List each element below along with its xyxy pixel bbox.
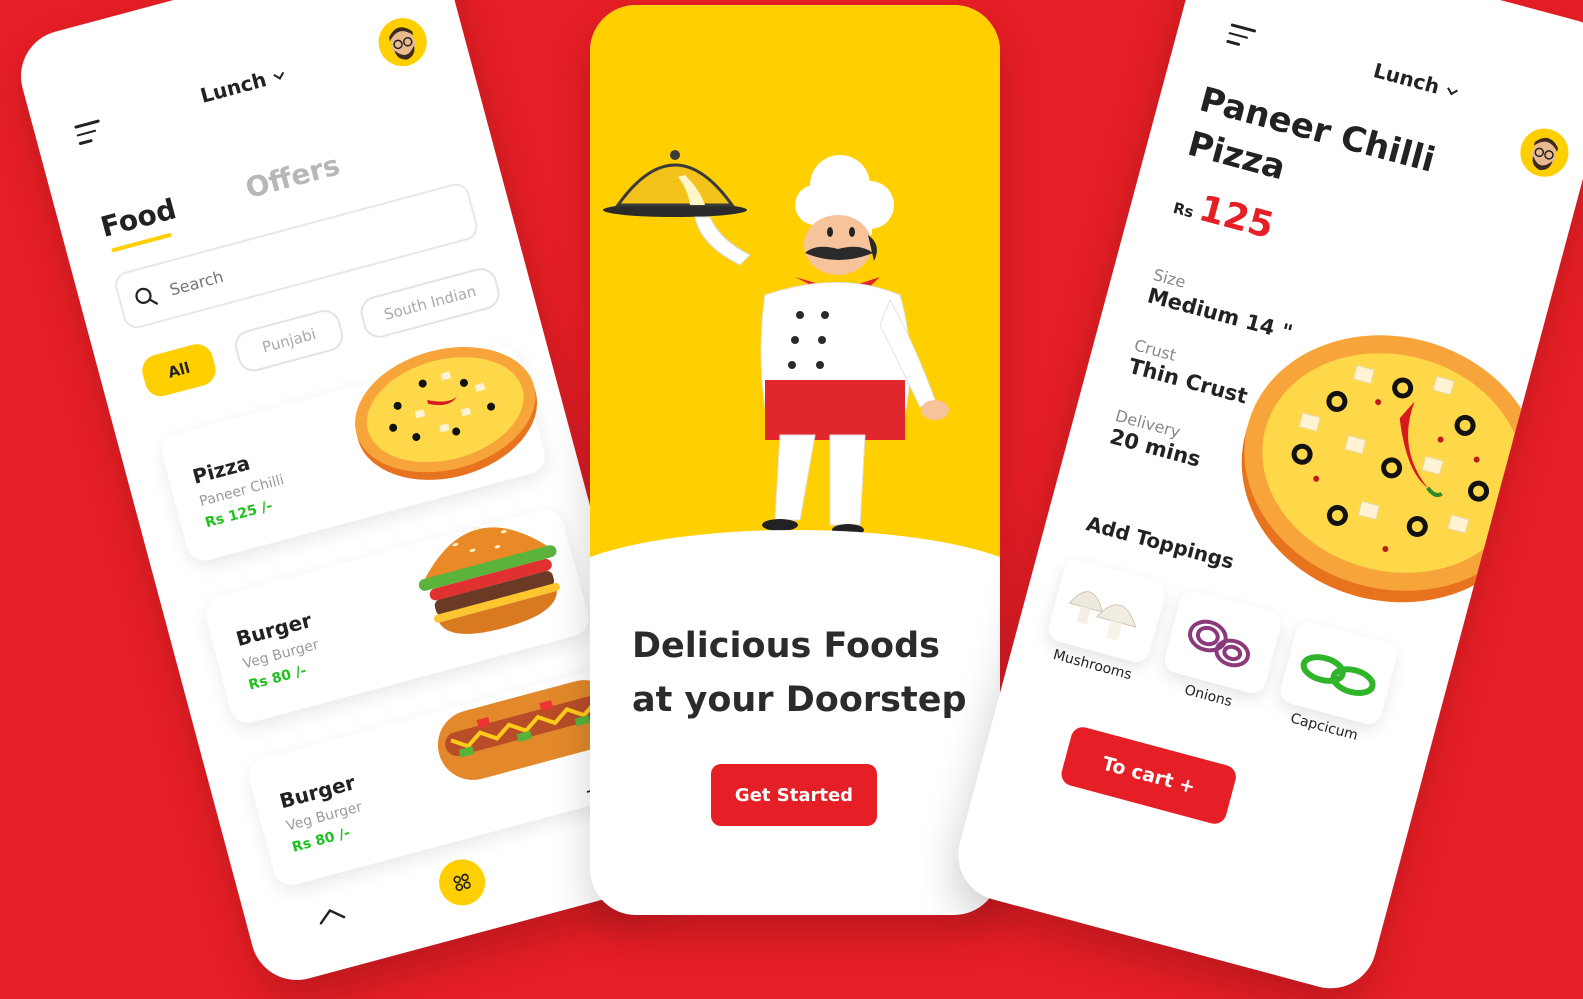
headline-line-2: at your Doorstep	[632, 680, 967, 720]
avatar[interactable]	[373, 12, 433, 72]
category-chip-all[interactable]: All	[138, 340, 220, 400]
topping-onions[interactable]: Onions	[1156, 588, 1292, 719]
grid-icon	[453, 873, 471, 892]
headline-line-1: Delicious Foods	[632, 626, 940, 666]
food-list-screen: Lunch Food Offers All Punjabi South Indi…	[10, 0, 690, 991]
meal-select-label: Lunch	[1370, 58, 1443, 99]
topping-capsicum[interactable]: Capcicum	[1272, 619, 1408, 750]
category-chip-punjabi[interactable]: Punjabi	[231, 306, 347, 375]
add-to-cart-button[interactable]: To cart +	[1058, 724, 1239, 827]
price-value: 125	[1194, 188, 1278, 248]
splash-screen: Delicious Foods at your Doorstep Get Sta…	[590, 5, 1000, 915]
spec-delivery: Delivery 20 mins	[1107, 406, 1208, 472]
meal-select-label: Lunch	[197, 67, 269, 108]
chef-illustration	[603, 150, 949, 536]
tab-offers[interactable]: Offers	[242, 148, 343, 205]
menu-icon[interactable]	[1225, 23, 1257, 54]
menu-icon[interactable]	[74, 119, 106, 150]
chevron-down-icon	[273, 68, 285, 80]
search-icon	[135, 287, 159, 305]
product-price: Rs 125	[1170, 181, 1278, 247]
home-icon[interactable]	[316, 905, 349, 935]
pizza-icon	[354, 346, 538, 480]
avatar[interactable]	[1514, 123, 1574, 183]
chevron-down-icon	[1447, 84, 1459, 96]
splash-headline: Delicious Foods at your Doorstep	[632, 619, 992, 727]
topping-mushrooms[interactable]: Mushrooms	[1040, 557, 1176, 688]
price-currency: Rs	[1171, 198, 1196, 222]
spec-crust: Crust Thin Crust	[1126, 336, 1255, 409]
get-started-button[interactable]: Get Started	[711, 764, 877, 826]
search-input[interactable]	[165, 213, 422, 301]
burger-icon	[418, 526, 560, 634]
meal-select[interactable]: Lunch	[1371, 58, 1460, 103]
grid-menu-button[interactable]	[433, 854, 491, 911]
meal-select[interactable]: Lunch	[198, 63, 287, 108]
product-detail-screen: Lunch Paneer Chilli Pizza Rs 125 Size Me…	[947, 0, 1583, 999]
